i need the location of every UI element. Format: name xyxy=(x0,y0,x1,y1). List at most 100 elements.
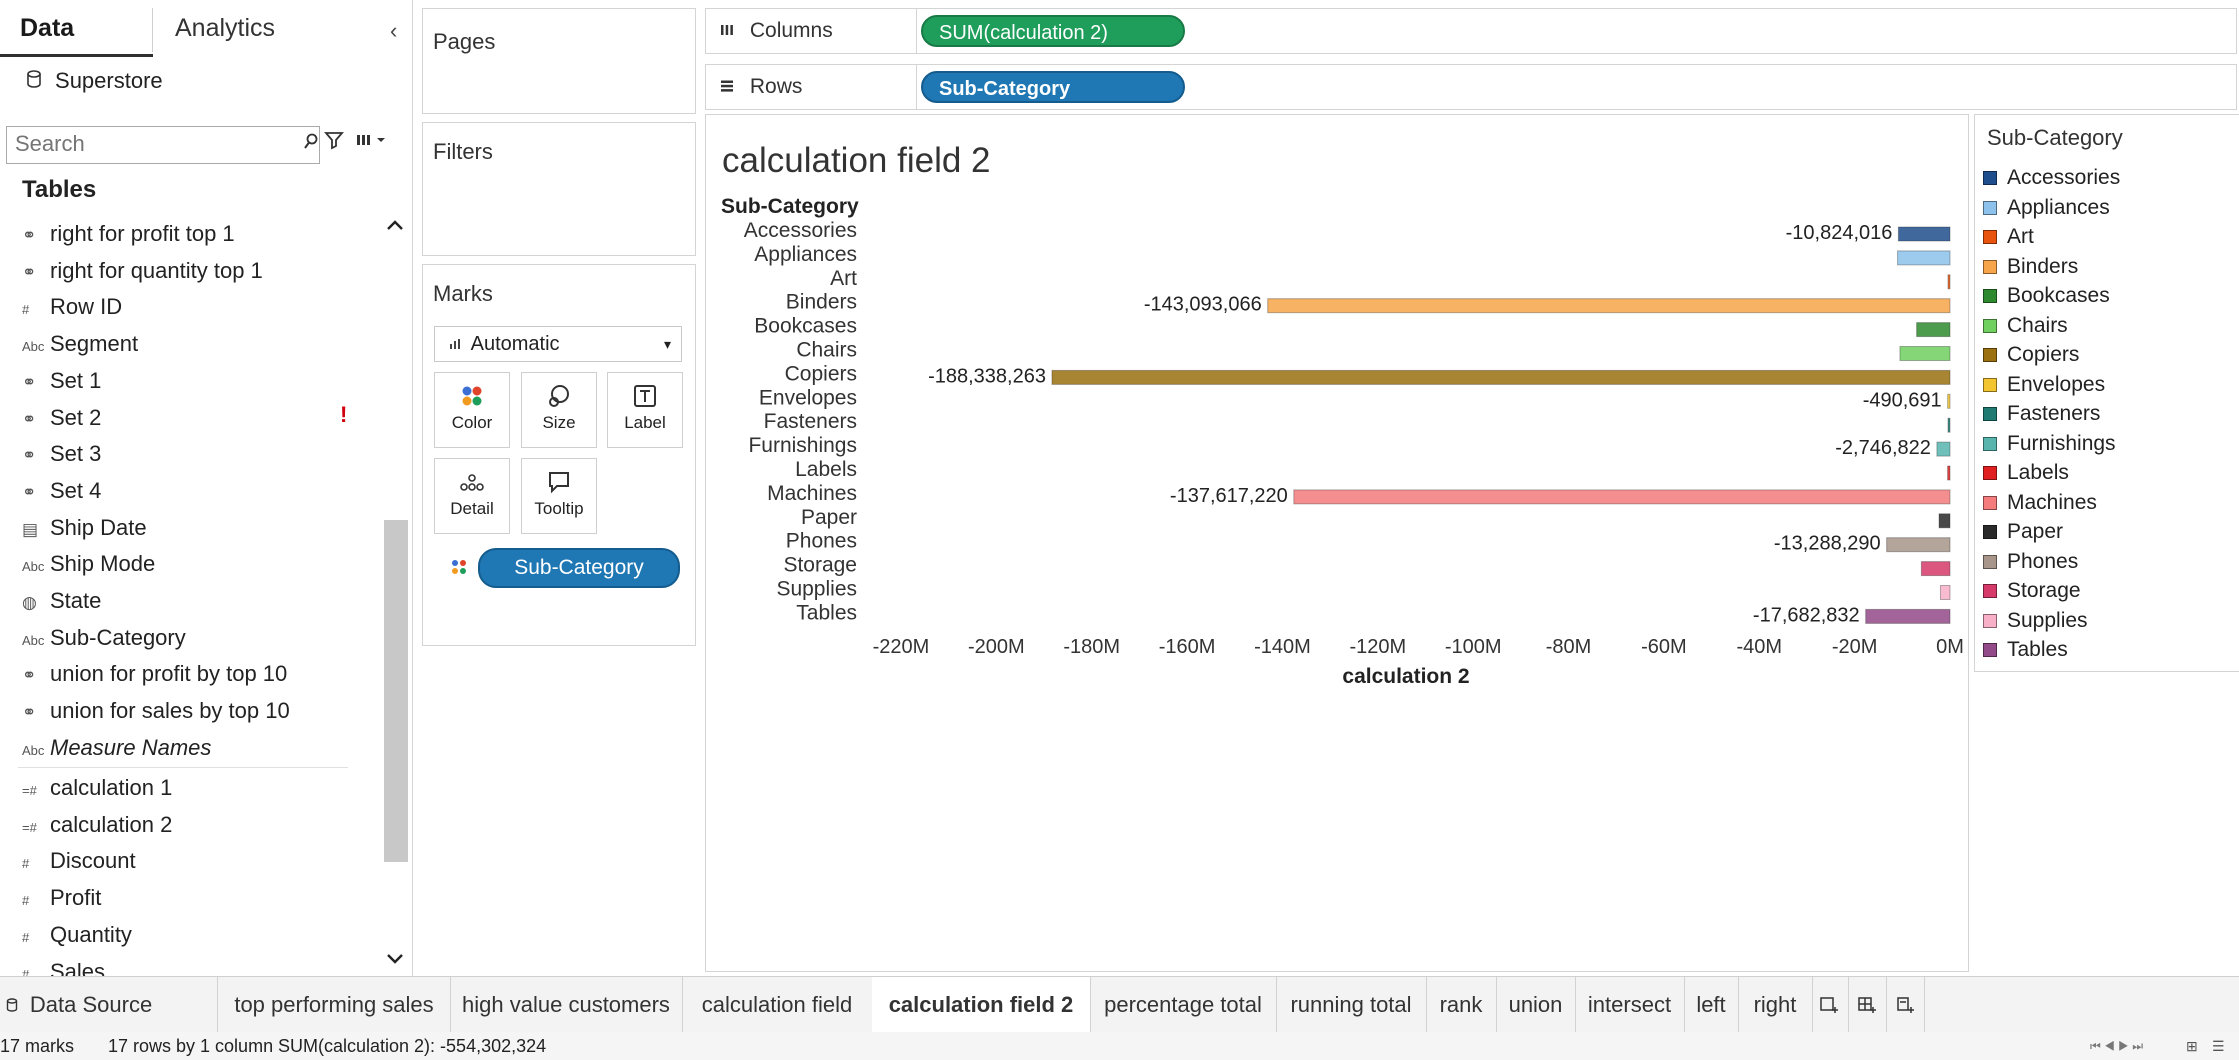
filter-icon[interactable] xyxy=(324,130,344,156)
category-label: Phones xyxy=(786,530,857,553)
legend-item[interactable]: Supplies xyxy=(1983,606,2088,636)
field-item[interactable]: ⚭ right for profit top 1 xyxy=(22,216,235,252)
legend-swatch xyxy=(1983,259,1997,274)
legend-item[interactable]: Binders xyxy=(1983,252,2078,282)
field-item[interactable]: # Row ID xyxy=(22,289,122,325)
sheet-tab[interactable]: left xyxy=(1684,977,1739,1033)
filters-card[interactable]: Filters xyxy=(422,122,696,256)
tab-analytics[interactable]: Analytics xyxy=(175,0,275,56)
search-input[interactable] xyxy=(7,127,287,161)
field-item[interactable]: =# calculation 2 xyxy=(22,807,172,843)
new-worksheet-icon[interactable] xyxy=(1810,977,1849,1033)
rows-icon xyxy=(720,75,740,98)
legend-swatch xyxy=(1983,466,1997,480)
legend-label: Fasteners xyxy=(2007,402,2101,425)
legend-item[interactable]: Art xyxy=(1983,222,2034,252)
field-item[interactable]: Abc Ship Mode xyxy=(22,546,155,582)
field-item[interactable]: Abc Segment xyxy=(22,326,138,362)
field-item[interactable]: # Profit xyxy=(22,880,101,916)
sheet-tab[interactable]: intersect xyxy=(1575,977,1685,1033)
field-item[interactable]: Abc Measure Names xyxy=(22,730,211,766)
legend-item[interactable]: Paper xyxy=(1983,517,2063,547)
field-item[interactable]: ◍ State xyxy=(22,583,101,619)
legend-swatch xyxy=(1983,613,1997,628)
data-source-tab[interactable]: Data Source xyxy=(0,977,218,1033)
field-item[interactable]: ⚭ union for profit by top 10 xyxy=(22,656,287,692)
field-item[interactable]: ⚭ right for quantity top 1 xyxy=(22,253,263,289)
list-view-icon[interactable]: ☰ xyxy=(2212,1032,2225,1060)
tooltip-button[interactable]: Tooltip xyxy=(521,458,597,534)
datasource-name[interactable]: Superstore xyxy=(26,68,163,94)
sheet-tab[interactable]: top performing sales xyxy=(218,977,451,1033)
search-icon[interactable] xyxy=(303,133,319,156)
new-story-icon[interactable] xyxy=(1886,977,1925,1033)
legend-item[interactable]: Accessories xyxy=(1983,163,2120,193)
sheet-nav-icons[interactable]: ⏮ ◀ ▶ ⏭ xyxy=(2090,1032,2143,1060)
bar xyxy=(1936,441,1951,457)
field-item[interactable]: ⚭ Set 3 xyxy=(22,436,101,472)
bar xyxy=(1939,585,1951,600)
field-item[interactable]: =# calculation 1 xyxy=(22,770,172,806)
columns-pill[interactable]: SUM(calculation 2) xyxy=(921,15,1185,47)
field-item[interactable]: ⚭ Set 2 xyxy=(22,400,101,436)
bar-chart-icon xyxy=(449,338,465,353)
mark-type-dropdown[interactable]: Automatic ▾ xyxy=(434,326,682,362)
sheet-tab[interactable]: right xyxy=(1738,977,1813,1033)
rows-label-text: Rows xyxy=(749,75,803,98)
field-item[interactable]: ⚭ Set 4 xyxy=(22,473,101,509)
color-button[interactable]: Color xyxy=(434,372,510,448)
sheet-tab[interactable]: running total xyxy=(1276,977,1427,1033)
size-button[interactable]: Size xyxy=(521,372,597,448)
scroll-down-icon[interactable] xyxy=(386,950,404,971)
category-label: Supplies xyxy=(776,578,857,601)
legend-item[interactable]: Furnishings xyxy=(1983,429,2116,459)
field-item[interactable]: ▤ Ship Date xyxy=(22,510,147,546)
field-list-scrollbar[interactable] xyxy=(384,520,408,862)
sheet-tab[interactable]: percentage total xyxy=(1090,977,1277,1033)
legend-item[interactable]: Phones xyxy=(1983,547,2078,577)
field-label: calculation 2 xyxy=(50,811,173,837)
legend-item[interactable]: Fasteners xyxy=(1983,399,2100,429)
sheet-tab[interactable]: union xyxy=(1496,977,1576,1033)
color-subcategory-pill[interactable]: Sub-Category xyxy=(478,548,680,588)
scroll-up-icon[interactable] xyxy=(386,216,404,237)
collapse-pane-icon[interactable]: ‹ xyxy=(390,18,397,44)
legend-item[interactable]: Storage xyxy=(1983,576,2081,606)
detail-button[interactable]: Detail xyxy=(434,458,510,534)
legend-item[interactable]: Chairs xyxy=(1983,311,2068,341)
set-icon: ⚭ xyxy=(22,703,37,723)
columns-shelf[interactable]: Columns SUM(calculation 2) xyxy=(705,8,2237,54)
field-item[interactable]: ⚭ union for sales by top 10 xyxy=(22,693,290,729)
size-label: Size xyxy=(542,413,576,432)
rows-shelf[interactable]: Rows Sub-Category xyxy=(705,64,2237,110)
legend-item[interactable]: Tables xyxy=(1983,635,2068,665)
sheet-tab[interactable]: calculation field 2 xyxy=(872,977,1091,1033)
field-item[interactable]: ⚭ Set 1 xyxy=(22,363,101,399)
field-item[interactable]: # Quantity xyxy=(22,917,132,953)
legend-item[interactable]: Appliances xyxy=(1983,193,2110,223)
field-item[interactable]: Abc Sub-Category xyxy=(22,620,186,656)
tab-data[interactable]: Data xyxy=(20,0,74,56)
label-button[interactable]: Label xyxy=(607,372,683,448)
sheet-tab[interactable]: rank xyxy=(1426,977,1497,1033)
field-search[interactable] xyxy=(6,126,320,164)
sheet-tab[interactable]: calculation field xyxy=(682,977,873,1033)
legend-item[interactable]: Labels xyxy=(1983,458,2069,488)
legend-item[interactable]: Bookcases xyxy=(1983,281,2110,311)
warning-icon[interactable]: ! xyxy=(340,402,347,428)
legend-item[interactable]: Machines xyxy=(1983,488,2097,518)
sheet-tab[interactable]: high value customers xyxy=(450,977,683,1033)
pages-card[interactable]: Pages xyxy=(422,8,696,114)
new-dashboard-icon[interactable] xyxy=(1848,977,1887,1033)
rows-pill[interactable]: Sub-Category xyxy=(921,71,1185,103)
legend-swatch xyxy=(1983,318,1997,333)
view-options-icon[interactable] xyxy=(356,132,386,153)
field-item[interactable]: # Discount xyxy=(22,843,136,879)
bar xyxy=(1947,465,1951,481)
grid-view-icon[interactable]: ⊞ xyxy=(2186,1032,2198,1060)
legend-swatch xyxy=(1983,289,1997,303)
legend-item[interactable]: Envelopes xyxy=(1983,370,2105,400)
category-label: Storage xyxy=(783,554,857,577)
bar xyxy=(1897,250,1951,266)
legend-item[interactable]: Copiers xyxy=(1983,340,2079,370)
